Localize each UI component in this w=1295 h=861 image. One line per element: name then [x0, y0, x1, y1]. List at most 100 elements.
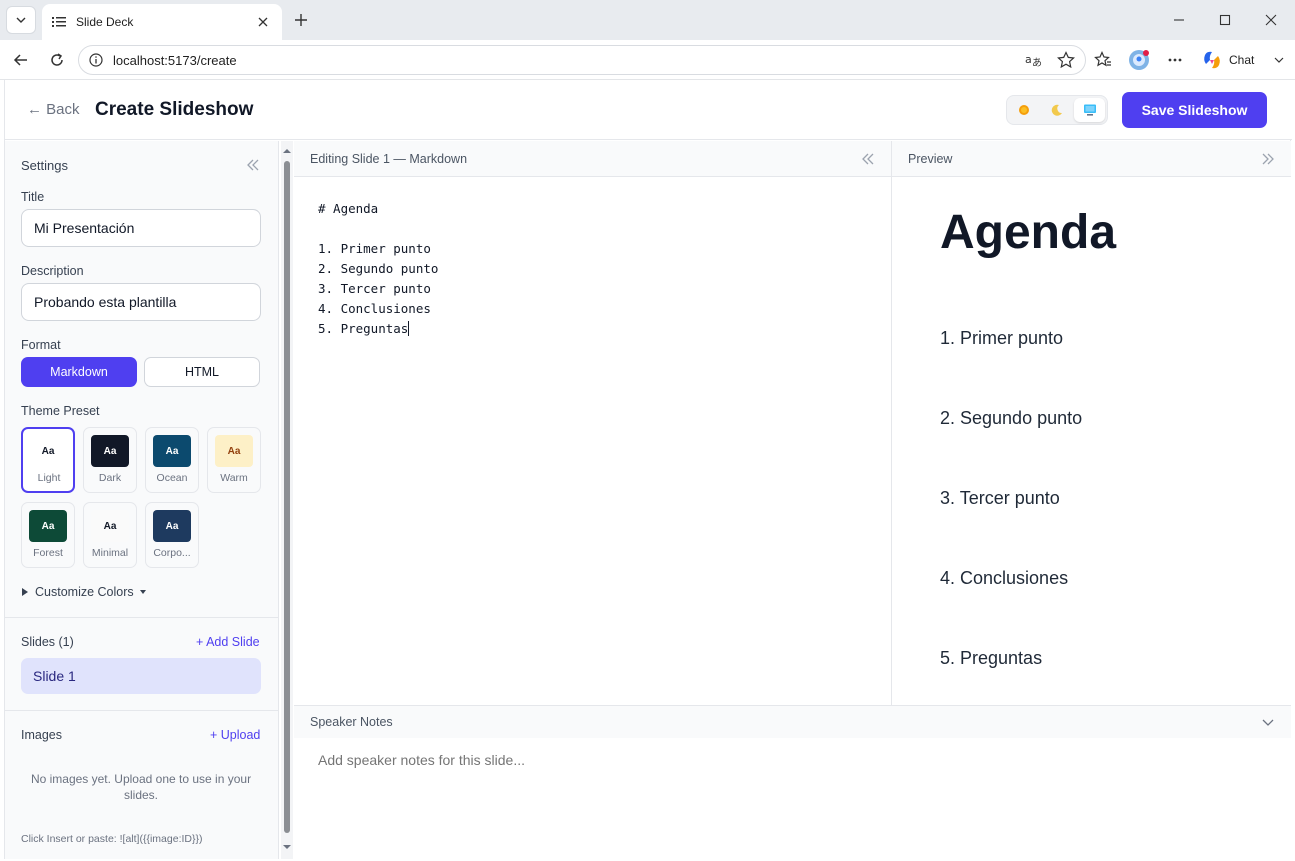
theme-minimal[interactable]: Aa Minimal	[83, 502, 137, 568]
close-icon	[258, 17, 268, 27]
images-label: Images	[21, 728, 62, 742]
theme-swatch: Aa	[153, 510, 191, 542]
scroll-up-icon[interactable]	[283, 147, 291, 155]
dark-mode-button[interactable]	[1042, 98, 1073, 122]
theme-swatch: Aa	[91, 510, 129, 542]
theme-warm[interactable]: Aa Warm	[207, 427, 261, 493]
favorites-button[interactable]	[1091, 48, 1115, 72]
browser-tab[interactable]: Slide Deck	[42, 4, 282, 40]
format-markdown-button[interactable]: Markdown	[21, 357, 137, 387]
svg-text:あ: あ	[1032, 57, 1042, 68]
list-icon	[52, 17, 66, 27]
color-mode-toggle	[1006, 95, 1108, 125]
settings-heading: Settings	[21, 158, 68, 173]
theme-name: Warm	[220, 472, 248, 484]
description-input[interactable]: Probando esta plantilla	[21, 283, 261, 321]
theme-name: Minimal	[91, 547, 129, 559]
plus-icon	[295, 14, 307, 26]
theme-swatch: Aa	[153, 435, 191, 467]
theme-swatch: Aa	[29, 510, 67, 542]
copilot-chat-button[interactable]: Chat	[1197, 46, 1289, 74]
theme-corporate[interactable]: Aa Corpo...	[145, 502, 199, 568]
tab-list-button[interactable]	[6, 6, 36, 34]
favorites-icon	[1094, 51, 1111, 67]
caret-down-icon	[139, 590, 146, 594]
back-nav-button[interactable]	[9, 48, 33, 72]
theme-name: Light	[37, 472, 61, 484]
avatar-icon	[1129, 50, 1149, 70]
profile-button[interactable]	[1127, 48, 1151, 72]
preview-list-item: 4. Conclusiones	[940, 568, 1069, 588]
theme-name: Corpo...	[153, 547, 191, 559]
code-line: # Agenda	[318, 201, 379, 216]
description-label: Description	[21, 264, 84, 278]
expand-preview-icon[interactable]	[1260, 151, 1276, 167]
sidebar-scrollbar[interactable]	[281, 141, 293, 859]
theme-ocean[interactable]: Aa Ocean	[145, 427, 199, 493]
code-line: 4. Conclusiones	[318, 301, 431, 316]
customize-colors-label: Customize Colors	[35, 585, 134, 599]
theme-swatch: Aa	[29, 435, 67, 467]
speaker-notes-header[interactable]: Speaker Notes	[294, 706, 1291, 738]
arrow-left-icon	[13, 54, 27, 66]
theme-preset-label: Theme Preset	[21, 404, 100, 418]
system-mode-button[interactable]	[1074, 98, 1106, 122]
preview-pane: Preview Agenda 1. Primer punto 2. Segund…	[892, 141, 1291, 705]
save-slideshow-button[interactable]: Save Slideshow	[1122, 92, 1267, 128]
minimize-icon	[1174, 19, 1184, 21]
star-icon[interactable]	[1057, 51, 1075, 69]
collapse-sidebar-icon[interactable]	[245, 157, 261, 173]
upload-image-button[interactable]: + Upload	[210, 728, 260, 742]
theme-name: Dark	[98, 472, 122, 484]
scroll-down-icon[interactable]	[283, 843, 291, 851]
add-slide-button[interactable]: + Add Slide	[196, 635, 260, 649]
format-label: Format	[21, 338, 61, 352]
light-mode-button[interactable]	[1009, 98, 1040, 122]
preview-header: Preview	[892, 141, 1291, 177]
code-line: 1. Primer punto	[318, 241, 431, 256]
format-html-button[interactable]: HTML	[144, 357, 260, 387]
browser-toolbar: localhost:5173/create aあ Chat	[0, 40, 1295, 80]
new-tab-button[interactable]	[290, 9, 312, 31]
triangle-right-icon	[22, 588, 28, 596]
chevron-down-icon[interactable]	[1261, 715, 1275, 729]
maximize-button[interactable]	[1213, 8, 1237, 32]
moon-icon	[1051, 104, 1062, 116]
images-empty-message: No images yet. Upload one to use in your…	[30, 772, 252, 802]
text-caret	[408, 321, 410, 336]
translate-icon[interactable]: aあ	[1025, 52, 1043, 68]
title-input[interactable]: Mi Presentación	[21, 209, 261, 247]
back-button[interactable]: ← Back	[27, 101, 80, 118]
preview-list-item: 1. Primer punto	[940, 328, 1064, 348]
close-window-button[interactable]	[1259, 8, 1283, 32]
reload-button[interactable]	[45, 48, 69, 72]
maximize-icon	[1219, 14, 1231, 26]
more-options-button[interactable]	[1163, 48, 1187, 72]
close-tab-button[interactable]	[254, 13, 272, 31]
scroll-thumb[interactable]	[284, 161, 290, 833]
theme-forest[interactable]: Aa Forest	[21, 502, 75, 568]
svg-text:a: a	[1025, 53, 1032, 66]
theme-name: Ocean	[156, 472, 188, 484]
markdown-editor[interactable]: # Agenda 1. Primer punto 2. Segundo punto…	[318, 199, 438, 339]
theme-name: Forest	[33, 547, 63, 559]
theme-dark[interactable]: Aa Dark	[83, 427, 137, 493]
theme-swatch: Aa	[91, 435, 129, 467]
address-bar[interactable]: localhost:5173/create aあ	[78, 45, 1086, 75]
slide-list-item[interactable]: Slide 1	[21, 658, 261, 694]
preview-list-item: 5. Preguntas	[940, 648, 1043, 668]
speaker-notes-title: Speaker Notes	[310, 715, 393, 729]
speaker-notes-input[interactable]	[318, 752, 1278, 768]
info-icon	[89, 53, 103, 67]
sun-icon	[1019, 105, 1030, 115]
speaker-notes-panel: Speaker Notes	[294, 705, 1291, 859]
customize-colors-toggle[interactable]: Customize Colors	[21, 585, 146, 599]
theme-light[interactable]: Aa Light	[21, 427, 75, 493]
preview-title: Preview	[908, 151, 953, 166]
chevron-down-icon	[16, 17, 26, 23]
minimize-button[interactable]	[1167, 8, 1191, 32]
editor-pane: Editing Slide 1 — Markdown # Agenda 1. P…	[294, 141, 892, 705]
editor-title: Editing Slide 1 — Markdown	[310, 151, 468, 166]
collapse-editor-icon[interactable]	[860, 151, 876, 167]
